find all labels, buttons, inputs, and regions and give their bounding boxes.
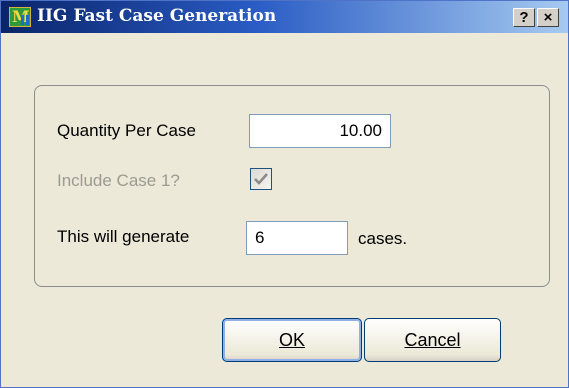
help-button[interactable]: ? (513, 8, 535, 27)
cancel-button[interactable]: Cancel (364, 318, 501, 362)
checkmark-icon (254, 173, 268, 185)
ok-button-label: OK (278, 330, 305, 350)
generate-cases-input[interactable]: 6 (246, 221, 348, 255)
window-title: IIG Fast Case Generation (37, 6, 277, 26)
app-m-icon[interactable]: M (9, 7, 31, 27)
ok-button[interactable]: OK (222, 318, 362, 362)
generate-label: This will generate (57, 227, 190, 246)
cancel-button-label: Cancel (404, 330, 461, 350)
cases-suffix-label: cases. (358, 229, 408, 248)
close-button[interactable]: × (537, 8, 559, 27)
title-bar[interactable]: M IIG Fast Case Generation ? × (1, 1, 568, 33)
dialog-window: M IIG Fast Case Generation ? × Quantity … (0, 0, 569, 388)
quantity-per-case-label: Quantity Per Case (57, 121, 196, 140)
include-case-checkbox[interactable] (250, 168, 272, 190)
quantity-per-case-input[interactable]: 10.00 (249, 114, 391, 148)
include-case-label: Include Case 1? (57, 171, 180, 190)
